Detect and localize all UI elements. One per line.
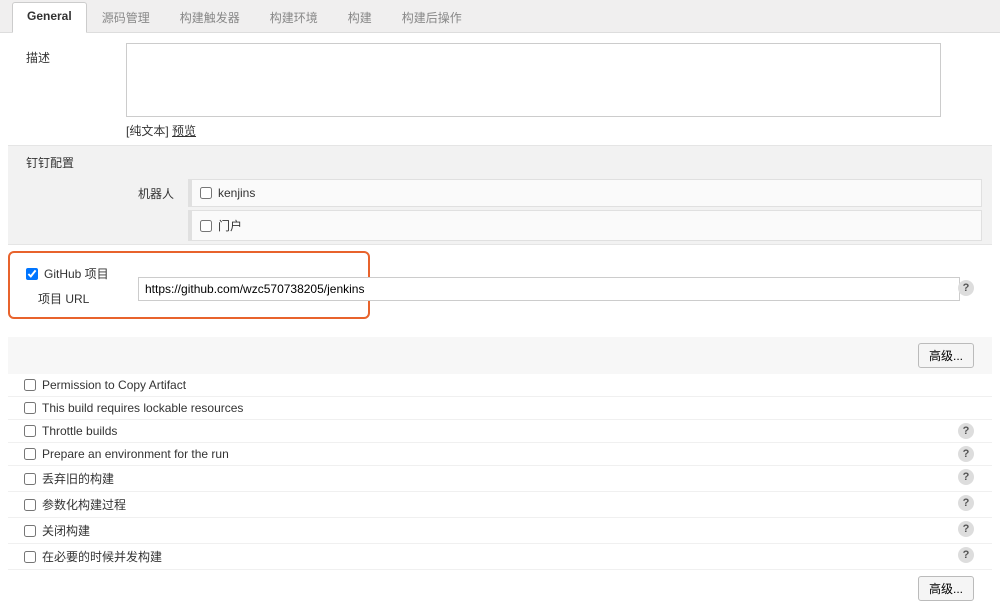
option-throttle: Throttle builds ? bbox=[8, 420, 992, 443]
option-discard-old: 丢弃旧的构建 ? bbox=[8, 466, 992, 492]
tab-triggers[interactable]: 构建触发器 bbox=[165, 2, 255, 32]
github-project-label: GitHub 项目 bbox=[44, 265, 109, 282]
advanced-button-bottom[interactable]: 高级... bbox=[918, 576, 974, 601]
tab-general[interactable]: General bbox=[12, 2, 87, 33]
help-icon[interactable]: ? bbox=[958, 423, 974, 439]
help-icon[interactable]: ? bbox=[958, 495, 974, 511]
github-url-input[interactable] bbox=[138, 277, 960, 301]
dingding-section: 钉钉配置 机器人 kenjins 门户 bbox=[8, 145, 992, 245]
lockable-label: This build requires lockable resources bbox=[42, 401, 243, 415]
robot-option-portal: 门户 bbox=[188, 210, 982, 241]
option-lockable: This build requires lockable resources bbox=[8, 397, 992, 420]
discard-old-checkbox[interactable] bbox=[24, 473, 36, 485]
copy-artifact-label: Permission to Copy Artifact bbox=[42, 378, 186, 392]
description-textarea[interactable] bbox=[126, 43, 941, 117]
option-copy-artifact: Permission to Copy Artifact bbox=[8, 374, 992, 397]
prepare-env-checkbox[interactable] bbox=[24, 448, 36, 460]
tab-build[interactable]: 构建 bbox=[333, 2, 387, 32]
preview-link[interactable]: 预览 bbox=[172, 124, 196, 138]
throttle-label: Throttle builds bbox=[42, 424, 117, 438]
robot-kenjins-checkbox[interactable] bbox=[200, 187, 212, 199]
help-icon[interactable]: ? bbox=[958, 521, 974, 537]
tab-scm[interactable]: 源码管理 bbox=[87, 2, 165, 32]
description-format-hint: [纯文本] 预览 bbox=[126, 122, 992, 139]
description-label: 描述 bbox=[8, 43, 126, 66]
close-build-checkbox[interactable] bbox=[24, 525, 36, 537]
discard-old-label: 丢弃旧的构建 bbox=[42, 470, 114, 487]
help-icon[interactable]: ? bbox=[958, 280, 974, 296]
github-url-label: 项目 URL bbox=[20, 290, 124, 307]
throttle-checkbox[interactable] bbox=[24, 425, 36, 437]
github-project-checkbox[interactable] bbox=[26, 268, 38, 280]
advanced-button[interactable]: 高级... bbox=[918, 343, 974, 368]
robot-portal-checkbox[interactable] bbox=[200, 220, 212, 232]
config-tabs: General 源码管理 构建触发器 构建环境 构建 构建后操作 bbox=[0, 0, 1000, 33]
close-build-label: 关闭构建 bbox=[42, 522, 90, 539]
option-concurrent: 在必要的时候并发构建 ? bbox=[8, 544, 992, 570]
prepare-env-label: Prepare an environment for the run bbox=[42, 447, 229, 461]
help-icon[interactable]: ? bbox=[958, 469, 974, 485]
robot-kenjins-label: kenjins bbox=[218, 186, 255, 200]
help-icon[interactable]: ? bbox=[958, 446, 974, 462]
copy-artifact-checkbox[interactable] bbox=[24, 379, 36, 391]
option-prepare-env: Prepare an environment for the run ? bbox=[8, 443, 992, 466]
option-close-build: 关闭构建 ? bbox=[8, 518, 992, 544]
tab-post[interactable]: 构建后操作 bbox=[387, 2, 477, 32]
robot-portal-label: 门户 bbox=[218, 217, 242, 234]
parameterized-checkbox[interactable] bbox=[24, 499, 36, 511]
help-icon[interactable]: ? bbox=[958, 547, 974, 563]
concurrent-checkbox[interactable] bbox=[24, 551, 36, 563]
dingding-title: 钉钉配置 bbox=[8, 146, 992, 179]
robot-label: 机器人 bbox=[8, 179, 188, 244]
concurrent-label: 在必要的时候并发构建 bbox=[42, 548, 162, 565]
general-panel: 描述 [纯文本] 预览 钉钉配置 机器人 kenjins 门户 bbox=[0, 33, 1000, 607]
option-parameterized: 参数化构建过程 ? bbox=[8, 492, 992, 518]
parameterized-label: 参数化构建过程 bbox=[42, 496, 126, 513]
tab-env[interactable]: 构建环境 bbox=[255, 2, 333, 32]
lockable-checkbox[interactable] bbox=[24, 402, 36, 414]
robot-option-kenjins: kenjins bbox=[188, 179, 982, 207]
